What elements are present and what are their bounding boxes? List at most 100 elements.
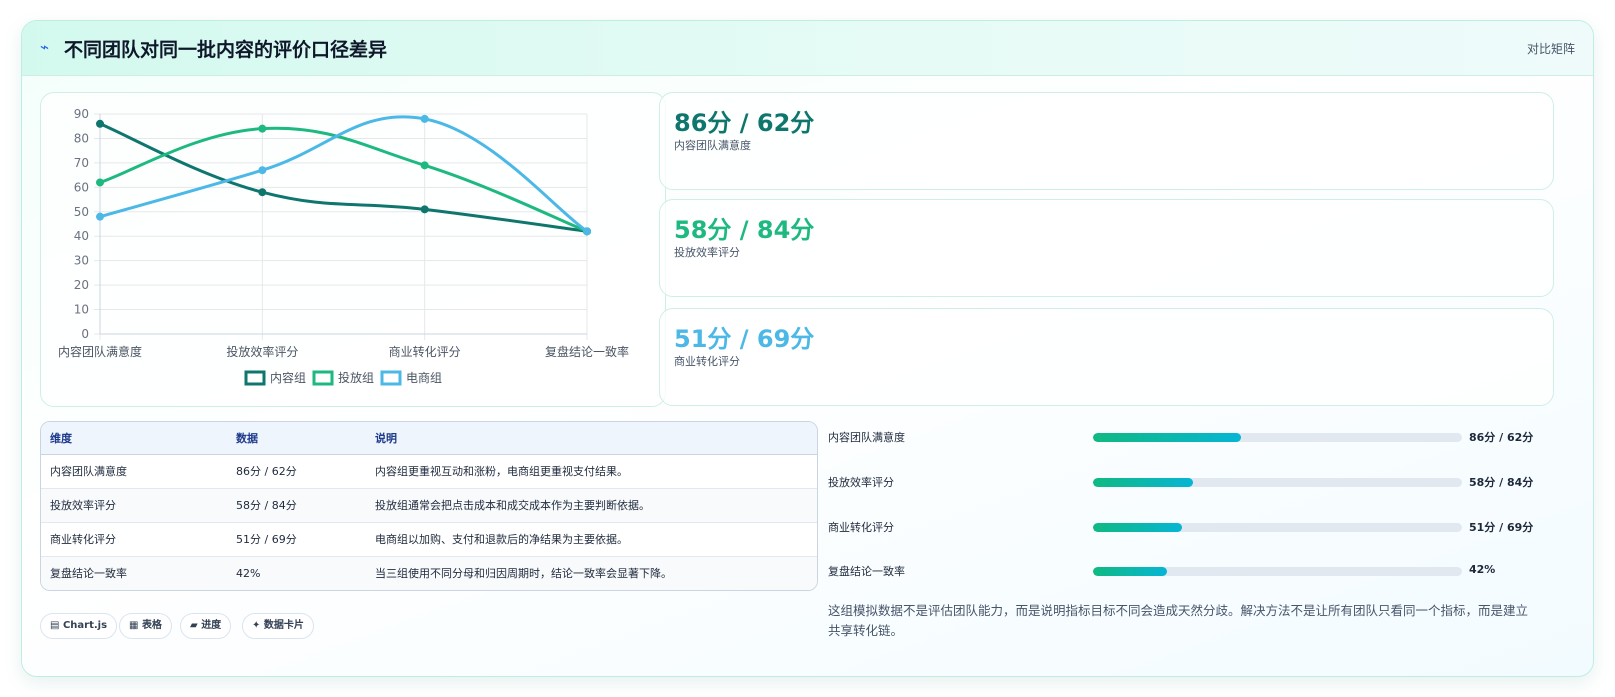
- y-tick-label: 0: [81, 327, 89, 341]
- table-header-dimension: 维度: [41, 422, 227, 455]
- stat-card-ads: 58分 / 84分 投放效率评分: [659, 199, 1554, 297]
- y-tick-label: 90: [74, 107, 89, 121]
- legend-swatch: [312, 370, 334, 386]
- data-point: [258, 188, 267, 197]
- table-cell: 42%: [227, 556, 366, 590]
- table-header-row: 维度 数据 说明: [41, 422, 817, 455]
- data-point: [96, 178, 104, 187]
- progress-value: 58分 / 84分: [1469, 476, 1534, 489]
- data-point: [420, 114, 429, 123]
- chip-label: 表格: [141, 620, 162, 631]
- x-tick-label: 内容团队满意度: [58, 344, 142, 359]
- table-cell: 86分 / 62分: [227, 454, 366, 489]
- table-cell: 内容团队满意度: [41, 454, 227, 489]
- progress-value: 51分 / 69分: [1469, 521, 1534, 534]
- progress-fill: [1093, 567, 1167, 576]
- progress-track: [1093, 523, 1462, 532]
- progress-row: 复盘结论一致率 42%: [828, 560, 1538, 580]
- y-tick-label: 50: [74, 205, 89, 219]
- progress-track: [1093, 567, 1462, 576]
- table-cell: 商业转化评分: [41, 522, 227, 557]
- page-title: 不同团队对同一批内容的评价口径差异: [64, 39, 388, 61]
- table-cell: 投放组通常会把点击成本和成交成本作为主要判断依据。: [366, 488, 817, 523]
- stat-card-content: 86分 / 62分 内容团队满意度: [659, 92, 1554, 190]
- chip-table[interactable]: ▦ 表格: [119, 613, 172, 639]
- progress-value: 42%: [1469, 563, 1496, 576]
- legend-label: 内容组: [270, 370, 306, 385]
- table-cell: 投放效率评分: [41, 488, 227, 523]
- line-chart-panel: 0 10 20 30 40 50 60 70 80 90 内容团队满意度 投放效率评分 商业转化评分 复盘…: [40, 92, 666, 407]
- sparkle-icon: ✦: [252, 620, 261, 631]
- y-tick-label: 80: [74, 131, 89, 145]
- x-tick-label: 商业转化评分: [389, 344, 461, 359]
- table-cell: 51分 / 69分: [227, 522, 366, 557]
- progress-value: 86分 / 62分: [1469, 431, 1534, 444]
- legend-label: 投放组: [338, 370, 374, 385]
- legend-label: 电商组: [406, 370, 442, 385]
- progress-label: 内容团队满意度: [828, 431, 905, 444]
- legend-swatch: [244, 370, 266, 386]
- footnote: 这组模拟数据不是评估团队能力，而是说明指标目标不同会造成天然分歧。解决方法不是让…: [828, 603, 1529, 638]
- data-point: [96, 212, 104, 221]
- table-icon: ▦: [129, 620, 139, 631]
- stat-value: 86分 / 62分: [674, 109, 815, 137]
- chip-label: 数据卡片: [263, 620, 304, 631]
- progress-row: 商业转化评分 51分 / 69分: [828, 516, 1538, 536]
- progress-label: 商业转化评分: [828, 521, 894, 534]
- chip-label: 进度: [201, 620, 222, 631]
- progress-track: [1093, 433, 1462, 442]
- data-point: [258, 166, 267, 175]
- table-cell: 内容组更重视互动和涨粉，电商组更重视支付结果。: [366, 454, 817, 489]
- progress-icon: ▰: [190, 620, 198, 631]
- progress-track: [1093, 478, 1462, 487]
- stat-label: 内容团队满意度: [674, 139, 751, 152]
- card-header: ⌁ 不同团队对同一批内容的评价口径差异 对比矩阵: [22, 21, 1593, 76]
- comparison-card: ⌁ 不同团队对同一批内容的评价口径差异 对比矩阵 0 10 20 30 40 50 60 70…: [21, 20, 1594, 677]
- header-tag: 对比矩阵: [1526, 42, 1575, 56]
- x-tick-label: 投放效率评分: [226, 344, 298, 359]
- y-tick-label: 60: [74, 180, 89, 194]
- table-cell: 电商组以加购、支付和退款后的净结果为主要依据。: [366, 522, 817, 557]
- table-row: 商业转化评分 51分 / 69分 电商组以加购、支付和退款后的净结果为主要依据。: [41, 522, 817, 557]
- chip-progress[interactable]: ▰ 进度: [180, 613, 232, 639]
- series-line-1: [99, 122, 588, 233]
- stat-value: 51分 / 69分: [674, 325, 815, 353]
- line-chart: 0 10 20 30 40 50 60 70 80 90 内容团队满意度 投放效率评分 商业转化评分 复盘…: [58, 107, 629, 386]
- table-cell: 复盘结论一致率: [41, 556, 227, 590]
- table-cell: 当三组使用不同分母和归因周期时，结论一致率会显著下降。: [366, 556, 817, 590]
- table-header-data: 数据: [227, 422, 366, 455]
- series-line-3: [99, 115, 588, 233]
- table-header-description: 说明: [366, 422, 817, 455]
- stat-label: 投放效率评分: [674, 246, 740, 259]
- data-point: [583, 227, 591, 236]
- stat-value: 58分 / 84分: [674, 216, 815, 244]
- table-row: 复盘结论一致率 42% 当三组使用不同分母和归因周期时，结论一致率会显著下降。: [41, 556, 817, 590]
- data-point: [420, 161, 429, 170]
- progress-row: 投放效率评分 58分 / 84分: [828, 471, 1538, 491]
- data-point: [258, 124, 267, 133]
- progress-row: 内容团队满意度 86分 / 62分: [828, 426, 1538, 446]
- progress-label: 复盘结论一致率: [828, 565, 905, 578]
- stat-card-ecom: 51分 / 69分 商业转化评分: [659, 308, 1554, 406]
- data-point: [96, 119, 104, 128]
- chart-icon: ▤: [50, 620, 60, 631]
- table-row: 内容团队满意度 86分 / 62分 内容组更重视互动和涨粉，电商组更重视支付结果…: [41, 454, 817, 489]
- y-tick-label: 40: [74, 229, 89, 243]
- progress-label: 投放效率评分: [828, 476, 894, 489]
- chip-chartjs[interactable]: ▤ Chart.js: [40, 613, 118, 639]
- bolt-icon: ⌁: [40, 38, 50, 56]
- x-tick-label: 复盘结论一致率: [545, 344, 629, 359]
- chip-data-cards[interactable]: ✦ 数据卡片: [242, 613, 314, 639]
- data-point: [420, 205, 429, 214]
- progress-fill: [1093, 433, 1241, 442]
- stat-label: 商业转化评分: [674, 355, 740, 368]
- table-row: 投放效率评分 58分 / 84分 投放组通常会把点击成本和成交成本作为主要判断依…: [41, 488, 817, 523]
- y-tick-label: 70: [74, 156, 89, 170]
- data-table: 维度 数据 说明 内容团队满意度 86分 / 62分 内容组更重视互动和涨粉，电…: [40, 421, 818, 591]
- table-cell: 58分 / 84分: [227, 488, 366, 523]
- progress-fill: [1093, 478, 1193, 487]
- y-tick-label: 20: [74, 278, 89, 292]
- y-tick-label: 10: [74, 303, 89, 317]
- series-line-2: [99, 126, 588, 233]
- chip-label: Chart.js: [62, 620, 108, 631]
